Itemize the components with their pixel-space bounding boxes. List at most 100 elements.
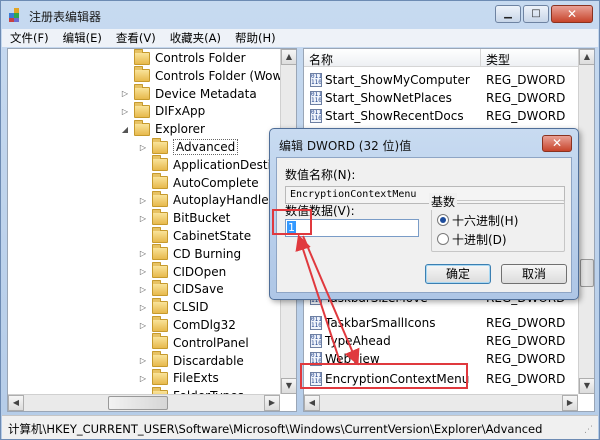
expand-arrow-icon[interactable]: ▷ [138,267,148,276]
highlight-box-data-input [272,209,312,235]
title-bar[interactable]: 注册表编辑器 ▁ □ ✕ [1,1,599,29]
tree-item[interactable]: ▷ CLSID [138,297,208,316]
expand-arrow-icon[interactable]: ▷ [120,107,130,116]
hex-radio-option[interactable]: 十六进制(H) [437,212,518,228]
tree-item[interactable]: ▷ Device Metadata [120,84,257,103]
values-vertical-scrollbar[interactable]: ▲ ▼ [578,49,594,394]
tree-item[interactable]: ▷ FileExts [138,368,219,387]
highlight-box-value-row [300,363,468,389]
dialog-close-button[interactable]: ✕ [542,135,572,152]
tree-item[interactable]: ▷ CD Burning [138,244,242,263]
hex-radio[interactable] [437,214,449,226]
resize-grip-icon[interactable]: ⋰ [584,425,596,437]
tree-item[interactable]: ▷ AutoplayHandlers [138,190,280,209]
tree-item-label: CIDOpen [173,264,227,279]
tree-item[interactable]: AutoComplete [138,173,259,192]
scroll-up-icon[interactable]: ▲ [579,49,594,65]
value-row[interactable]: 011 110 Start_ShowRecentDocs REG_DWORD [304,107,579,125]
tree-item[interactable]: CabinetState [138,226,251,245]
expand-arrow-icon[interactable]: ▷ [120,89,130,98]
menu-help[interactable]: 帮助(H) [235,30,276,46]
dec-radio-option[interactable]: 十进制(D) [437,231,507,247]
scroll-thumb-horizontal[interactable] [108,396,168,410]
expand-arrow-icon[interactable]: ▷ [138,249,148,258]
menu-edit[interactable]: 编辑(E) [63,30,102,46]
folder-icon [152,333,168,350]
edit-dword-dialog: 编辑 DWORD (32 位)值 ✕ 数值名称(N): EncryptionCo… [269,128,579,300]
menu-view[interactable]: 查看(V) [116,30,156,46]
tree-item[interactable]: ▷ BitBucket [138,208,230,227]
reg-dword-icon: 011 110 [310,109,322,123]
value-name: TaskbarSmallIcons [325,316,436,330]
cancel-button[interactable]: 取消 [501,264,567,284]
expand-arrow-icon[interactable]: ▷ [138,214,148,223]
scroll-down-icon[interactable]: ▼ [579,378,594,394]
tree-item-label: Explorer [155,122,205,137]
expand-arrow-icon[interactable]: ▷ [138,374,148,383]
tree-item[interactable]: ▷ Advanced [138,137,239,156]
scroll-right-icon[interactable]: ▶ [562,395,578,411]
base-label: 基数 [429,193,458,210]
tree-item-label: CD Burning [173,246,242,261]
column-name-header[interactable]: 名称 [309,51,333,68]
menu-file[interactable]: 文件(F) [10,30,49,46]
expand-arrow-icon[interactable]: ◢ [120,125,130,134]
tree-item[interactable]: ◢ Explorer [120,119,205,138]
column-divider[interactable] [480,49,481,67]
value-type: REG_DWORD [486,334,566,348]
scroll-left-icon[interactable]: ◀ [8,395,24,411]
scroll-thumb[interactable] [580,259,594,287]
scroll-up-icon[interactable]: ▲ [281,49,296,65]
expand-arrow-icon[interactable]: ▷ [138,303,148,312]
folder-icon [152,244,168,261]
ok-button[interactable]: 确定 [425,264,491,284]
tree-item-label: CIDSave [173,282,224,297]
value-row[interactable]: 011 110 Start_ShowNetPlaces REG_DWORD [304,89,579,107]
expand-arrow-icon[interactable]: ▷ [138,143,148,152]
column-type-header[interactable]: 类型 [486,51,510,68]
folder-icon [152,226,168,243]
tree-item-label: Advanced [173,139,239,155]
folder-icon [152,297,168,314]
close-button[interactable]: ✕ [551,5,593,23]
tree-item[interactable]: ▷ ComDlg32 [138,315,236,334]
maximize-button[interactable]: □ [523,5,549,23]
status-bar: 计算机\HKEY_CURRENT_USER\Software\Microsoft… [2,415,598,439]
expand-arrow-icon[interactable]: ▷ [138,321,148,330]
expand-arrow-icon[interactable]: ▷ [138,196,148,205]
value-row[interactable]: 011 110 Start_ShowMyComputer REG_DWORD [304,71,579,89]
dec-radio[interactable] [437,233,449,245]
tree-item[interactable]: Controls Folder [120,49,246,67]
minimize-button[interactable]: ▁ [495,5,521,23]
values-horizontal-scrollbar[interactable]: ◀ ▶ [304,394,578,411]
value-row[interactable]: 011 110 TaskbarSmallIcons REG_DWORD [304,314,579,332]
tree-item[interactable]: Controls Folder (Wow64) [120,66,296,85]
tree-item-label: ControlPanel [173,335,249,350]
expand-arrow-icon[interactable]: ▷ [138,356,148,365]
folder-icon [134,119,150,136]
tree-item[interactable]: ▷ CIDSave [138,279,224,298]
tree-item[interactable]: ▷ DIFxApp [120,101,205,120]
tree-item[interactable]: ControlPanel [138,333,249,352]
value-row[interactable]: 011 110 TypeAhead REG_DWORD [304,332,579,350]
expand-arrow-icon[interactable]: ▷ [138,285,148,294]
key-tree-pane[interactable]: Controls Folder Controls Folder (Wow64) ▷ D… [7,48,297,412]
minimize-icon: ▁ [504,8,512,19]
scroll-right-icon[interactable]: ▶ [264,395,280,411]
scroll-left-icon[interactable]: ◀ [304,395,320,411]
menu-favorites[interactable]: 收藏夹(A) [170,30,221,46]
tree-horizontal-scrollbar[interactable]: ◀ ▶ [8,394,280,411]
status-path: 计算机\HKEY_CURRENT_USER\Software\Microsoft… [8,422,543,436]
tree-item-label: ComDlg32 [173,318,236,332]
value-name: Start_ShowMyComputer [325,73,470,87]
value-type: REG_DWORD [486,73,566,87]
folder-icon [134,101,150,118]
scroll-down-icon[interactable]: ▼ [281,378,296,394]
value-type: REG_DWORD [486,352,566,366]
reg-dword-icon: 011 110 [310,91,322,105]
value-name: Start_ShowNetPlaces [325,91,452,105]
menu-bar: 文件(F) 编辑(E) 查看(V) 收藏夹(A) 帮助(H) [2,29,598,47]
value-type: REG_DWORD [486,316,566,330]
tree-item[interactable]: ▷ CIDOpen [138,262,227,281]
tree-item[interactable]: ▷ Discardable [138,351,244,370]
